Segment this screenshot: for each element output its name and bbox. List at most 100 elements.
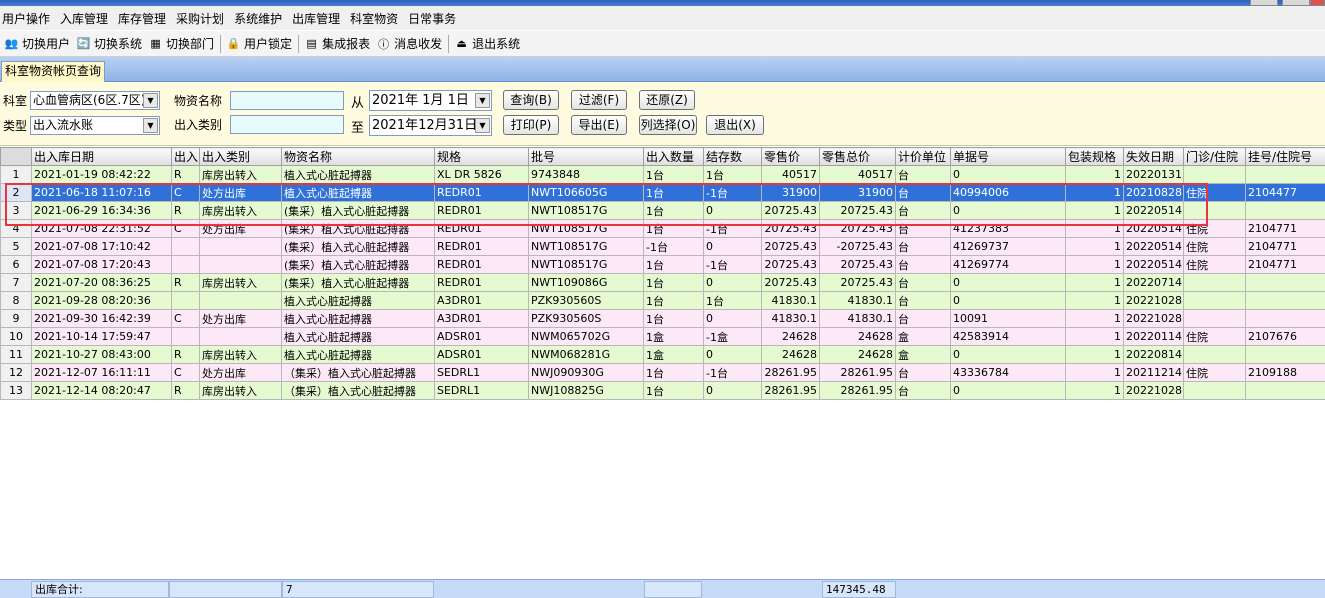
chevron-down-icon[interactable]: ▼ <box>143 93 158 108</box>
column-header-8[interactable]: 零售价 <box>761 147 820 166</box>
table-cell: 41269737 <box>950 237 1066 256</box>
table-cell: 台 <box>895 309 951 328</box>
column-header-1[interactable]: 出入 <box>171 147 200 166</box>
exit-system-button[interactable]: ⏏ 退出系统 <box>454 35 520 52</box>
table-cell: R <box>171 273 200 292</box>
tab-dept-ledger-query[interactable]: 科室物资帐页查询 <box>1 61 106 82</box>
table-cell: REDR01 <box>434 237 529 256</box>
menu-item-1[interactable]: 入库管理 <box>58 10 116 27</box>
filter-button[interactable]: 过滤(F) <box>571 90 627 110</box>
column-header-11[interactable]: 单据号 <box>950 147 1066 166</box>
table-cell: C <box>171 183 200 202</box>
column-header-3[interactable]: 物资名称 <box>281 147 435 166</box>
table-cell: 24628 <box>819 345 896 364</box>
table-cell <box>1183 309 1246 328</box>
integrated-report-button[interactable]: ▤ 集成报表 <box>304 35 370 52</box>
table-row[interactable]: 7 2021-07-20 08:36:25 R 库房出转入 (集采）植入式心脏起搏器 RE… <box>0 273 1325 292</box>
table-cell: 植入式心脏起搏器 <box>281 327 435 346</box>
table-row[interactable]: 6 2021-07-08 17:20:43 (集采）植入式心脏起搏器 REDR01 NW… <box>0 255 1325 274</box>
material-name-input[interactable] <box>230 91 344 110</box>
column-header-7[interactable]: 结存数 <box>703 147 762 166</box>
row-number: 13 <box>0 381 32 400</box>
column-header-12[interactable]: 包装规格 <box>1065 147 1124 166</box>
menu-item-0[interactable]: 用户操作 <box>0 10 58 27</box>
table-cell: 2021-07-20 08:36:25 <box>31 273 172 292</box>
table-row[interactable]: 9 2021-09-30 16:42:39 C 处方出库 植入式心脏起搏器 A3DR01 P… <box>0 309 1325 328</box>
column-header-0[interactable]: 出入库日期 <box>31 147 172 166</box>
user-lock-button[interactable]: 🔒 用户锁定 <box>226 35 292 52</box>
chevron-down-icon[interactable]: ▼ <box>475 118 490 133</box>
table-cell: 20725.43 <box>761 237 820 256</box>
menu-item-3[interactable]: 采购计划 <box>174 10 232 27</box>
table-row[interactable]: 3 2021-06-29 16:34:36 R 库房出转入 (集采）植入式心脏起搏器 RE… <box>0 201 1325 220</box>
table-row[interactable]: 1 2021-01-19 08:42:22 R 库房出转入 植入式心脏起搏器 XL DR … <box>0 165 1325 184</box>
table-cell: 20220114 <box>1123 327 1184 346</box>
table-row[interactable]: 13 2021-12-14 08:20:47 R 库房出转入 （集采）植入式心脏起搏器 S… <box>0 381 1325 400</box>
menu-item-6[interactable]: 科室物资 <box>348 10 406 27</box>
query-button[interactable]: 查询(B) <box>503 90 559 110</box>
column-select-button[interactable]: 列选择(O) <box>639 115 697 135</box>
table-row[interactable]: 12 2021-12-07 16:11:11 C 处方出库 （集采）植入式心脏起搏器 SE… <box>0 363 1325 382</box>
print-button[interactable]: 打印(P) <box>503 115 559 135</box>
table-row[interactable]: 10 2021-10-14 17:59:47 植入式心脏起搏器 ADSR01 NWM06… <box>0 327 1325 346</box>
restore-button[interactable]: 还原(Z) <box>639 90 695 110</box>
dept-select[interactable]: 心血管病区(6区.7区) ▼ <box>30 91 160 110</box>
table-cell: A3DR01 <box>434 309 529 328</box>
menu-item-5[interactable]: 出库管理 <box>290 10 348 27</box>
switch-user-button[interactable]: 👥 切换用户 <box>4 35 70 52</box>
column-header-13[interactable]: 失效日期 <box>1123 147 1184 166</box>
row-number: 6 <box>0 255 32 274</box>
table-cell: 41830.1 <box>761 309 820 328</box>
table-cell <box>1245 165 1325 184</box>
column-header-5[interactable]: 批号 <box>528 147 644 166</box>
dept-label: 科室 <box>3 94 28 108</box>
message-button[interactable]: ⓘ 消息收发 <box>376 35 442 52</box>
from-date-picker[interactable]: 2021年 1月 1日 ▼ <box>369 90 492 111</box>
export-button[interactable]: 导出(E) <box>571 115 627 135</box>
switch-system-button[interactable]: 🔄 切换系统 <box>76 35 142 52</box>
table-cell: 盒 <box>895 345 951 364</box>
table-row[interactable]: 8 2021-09-28 08:20:36 植入式心脏起搏器 A3DR01 PZK930… <box>0 291 1325 310</box>
io-category-input[interactable] <box>230 115 344 134</box>
menu-item-7[interactable]: 日常事务 <box>406 10 464 27</box>
table-cell: 0 <box>703 345 762 364</box>
table-cell <box>199 255 282 274</box>
table-cell: 库房出转入 <box>199 381 282 400</box>
column-header-2[interactable]: 出入类别 <box>199 147 282 166</box>
column-header-6[interactable]: 出入数量 <box>643 147 704 166</box>
table-cell: 2107676 <box>1245 327 1325 346</box>
table-row[interactable]: 2 2021-06-18 11:07:16 C 处方出库 植入式心脏起搏器 REDR01 N… <box>0 183 1325 202</box>
exit-button[interactable]: 退出(X) <box>706 115 764 135</box>
table-cell: -1台 <box>703 183 762 202</box>
table-cell: NWM065702G <box>528 327 644 346</box>
chevron-down-icon[interactable]: ▼ <box>143 118 158 133</box>
column-header-4[interactable]: 规格 <box>434 147 529 166</box>
table-cell: 台 <box>895 381 951 400</box>
report-icon: ▤ <box>306 37 317 50</box>
table-row[interactable]: 4 2021-07-08 22:31:52 C 处方出库 (集采）植入式心脏起搏器 RED… <box>0 219 1325 238</box>
io-category-label: 出入类别 <box>174 118 223 132</box>
menu-item-2[interactable]: 库存管理 <box>116 10 174 27</box>
switch-system-icon: 🔄 <box>76 37 91 50</box>
table-row[interactable]: 5 2021-07-08 17:10:42 (集采）植入式心脏起搏器 REDR01 NW… <box>0 237 1325 256</box>
table-cell: 台 <box>895 165 951 184</box>
table-cell: 0 <box>950 345 1066 364</box>
table-cell: 1 <box>1065 201 1124 220</box>
column-header-15[interactable]: 挂号/住院号 <box>1245 147 1325 166</box>
type-select[interactable]: 出入流水账 ▼ <box>30 116 160 135</box>
column-header-10[interactable]: 计价单位 <box>895 147 951 166</box>
column-header-14[interactable]: 门诊/住院 <box>1183 147 1246 166</box>
table-cell <box>1245 273 1325 292</box>
chevron-down-icon[interactable]: ▼ <box>475 93 490 108</box>
table-cell: 库房出转入 <box>199 345 282 364</box>
table-cell: （集采）植入式心脏起搏器 <box>281 381 435 400</box>
to-date-picker[interactable]: 2021年12月31日 ▼ <box>369 115 492 136</box>
table-row[interactable]: 11 2021-10-27 08:43:00 R 库房出转入 植入式心脏起搏器 ADSR0… <box>0 345 1325 364</box>
menu-item-4[interactable]: 系统维护 <box>232 10 290 27</box>
switch-department-button[interactable]: ▦ 切换部门 <box>148 35 214 52</box>
column-header-9[interactable]: 零售总价 <box>819 147 896 166</box>
table-cell: SEDRL1 <box>434 381 529 400</box>
table-cell: (集采）植入式心脏起搏器 <box>281 255 435 274</box>
table-cell: 盒 <box>895 327 951 346</box>
row-number: 7 <box>0 273 32 292</box>
